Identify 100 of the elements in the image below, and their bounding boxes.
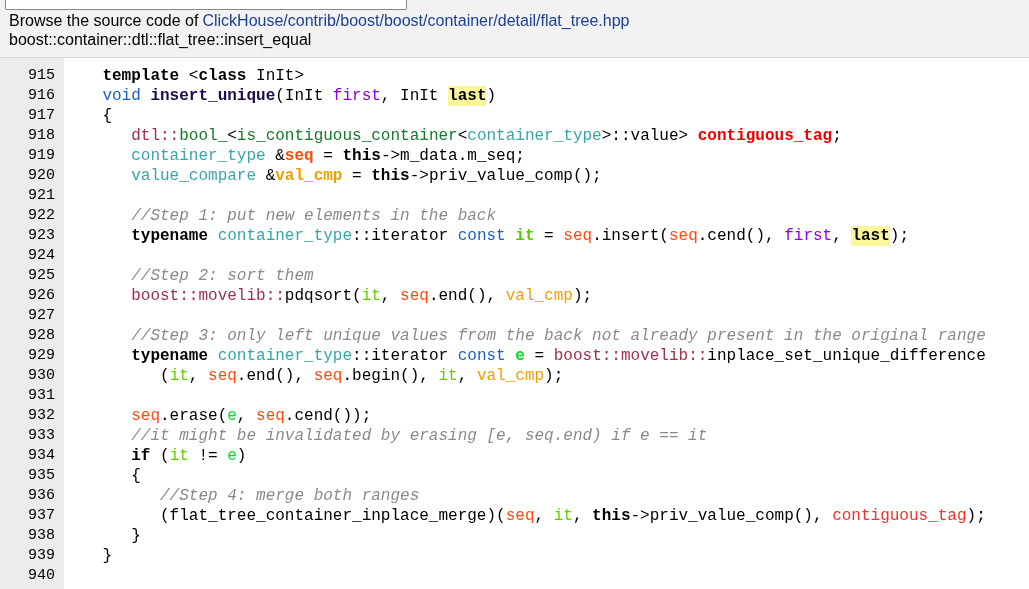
path-link[interactable]: contrib (287, 11, 336, 30)
code-token: ->m_data.m_seq; (380, 146, 525, 166)
code-token: first (784, 226, 833, 246)
code-token: it (361, 286, 381, 306)
path-separator: / (379, 11, 384, 30)
code-comment: //Step 4: merge both ranges (159, 486, 420, 506)
code-token: insert_unique (149, 86, 276, 106)
path-separator: / (335, 11, 341, 30)
code-token: (flat_tree_container_inplace_merge)( (159, 506, 506, 526)
code-token: .begin(), (342, 366, 430, 386)
line-number: 930 (28, 365, 55, 386)
line-number: 939 (28, 545, 55, 566)
line-number: 916 (28, 85, 55, 106)
line-number: 928 (28, 325, 55, 346)
code-token: < (457, 126, 468, 146)
code-token: seq (256, 406, 285, 426)
code-token: ( (159, 366, 170, 386)
code-comment: //Step 3: only left unique values from the back not already present in the original range (130, 326, 986, 346)
code-token: bool_ (179, 126, 228, 146)
code-token: container_type (467, 126, 602, 146)
code-token: } (101, 546, 112, 566)
code-token: it (169, 366, 189, 386)
path-separator: / (283, 11, 288, 30)
code-token: seq (400, 286, 429, 306)
code-token: != (197, 446, 219, 466)
code-comment: //it might be invalidated by erasing [e, seq.end) if e == it (130, 426, 708, 446)
path-link[interactable]: boost (383, 11, 424, 30)
code-token: const (457, 346, 506, 366)
path-link[interactable]: ClickHouse (202, 11, 284, 30)
code-token: last (851, 226, 890, 246)
code-token: boost::movelib:: (553, 346, 708, 366)
keyword: this (592, 506, 631, 526)
keyword: this (342, 146, 381, 166)
path-link[interactable]: boost (340, 11, 380, 30)
code-token: ( (159, 446, 170, 466)
code-token: it (169, 446, 189, 466)
keyword: typename (130, 226, 209, 246)
code-token: value_compare (130, 166, 257, 186)
code-token: >::value> (601, 126, 690, 146)
code-token: const (457, 226, 506, 246)
code-token: = (533, 346, 546, 366)
line-number: 934 (28, 445, 55, 466)
code-token: = (322, 146, 334, 166)
code-token: = (543, 226, 555, 246)
code-token: it (438, 366, 458, 386)
code-token: seq (563, 226, 593, 246)
line-number: 924 (28, 245, 55, 266)
line-number: 919 (28, 145, 55, 166)
code-token: val_cmp (505, 286, 573, 306)
line-number: 931 (28, 385, 55, 406)
code-token: .erase( (160, 406, 228, 426)
line-number: 940 (28, 565, 55, 586)
code-token: last (448, 86, 487, 106)
code-token: seq (668, 226, 698, 246)
code-token: inplace_set_unique_difference (707, 346, 986, 366)
code-token: InIt> (255, 66, 305, 86)
code-token: it (514, 226, 535, 246)
path-link[interactable]: flat_tree.hpp (540, 11, 630, 30)
code-token: ) (236, 446, 247, 466)
keyword: typename (130, 346, 209, 366)
code-token: , (832, 226, 843, 246)
code-token: .cend()); (284, 406, 372, 426)
code-token: void (101, 86, 141, 106)
code-token: e (514, 346, 525, 366)
breadcrumb-label: Browse the source code of (9, 11, 199, 30)
code-token: boost::movelib:: (130, 286, 285, 306)
line-number: 929 (28, 345, 55, 366)
code-token: val_cmp (476, 366, 545, 386)
code-token: ); (544, 366, 564, 386)
code-token: ->priv_value_comp(), (630, 506, 824, 526)
code-token: dtl:: (130, 126, 180, 146)
line-number: 915 (28, 65, 55, 86)
path-separator: / (423, 11, 428, 30)
code-token: seq (313, 366, 343, 386)
line-number: 920 (28, 165, 55, 186)
code-token: & (264, 166, 276, 186)
code-token: contiguous_tag (832, 506, 967, 526)
path-separator: / (493, 11, 498, 30)
code-token: first (332, 86, 381, 106)
code-comment: //Step 2: sort them (130, 266, 314, 286)
code-token: container_type (216, 226, 353, 246)
code-token: , (236, 406, 248, 426)
line-number: 926 (28, 285, 55, 306)
code-token: .end(), (236, 366, 306, 386)
code-token: < (187, 66, 199, 86)
path-link[interactable]: detail (497, 11, 536, 30)
code-token: ::iterator (352, 346, 450, 366)
line-number: 936 (28, 485, 55, 506)
code-token: { (130, 466, 141, 486)
code-token: it (553, 506, 573, 526)
code-token: { (101, 106, 112, 126)
code-token: ; (832, 126, 842, 146)
line-number: 933 (28, 425, 55, 446)
code-token: , (572, 506, 584, 526)
code-token: pdqsort( (284, 286, 362, 306)
path-link[interactable]: container (427, 11, 494, 30)
search-field[interactable] (5, 0, 407, 10)
code-token: ); (889, 226, 909, 246)
code-token: .insert( (592, 226, 669, 246)
code-token: seq (208, 366, 237, 386)
